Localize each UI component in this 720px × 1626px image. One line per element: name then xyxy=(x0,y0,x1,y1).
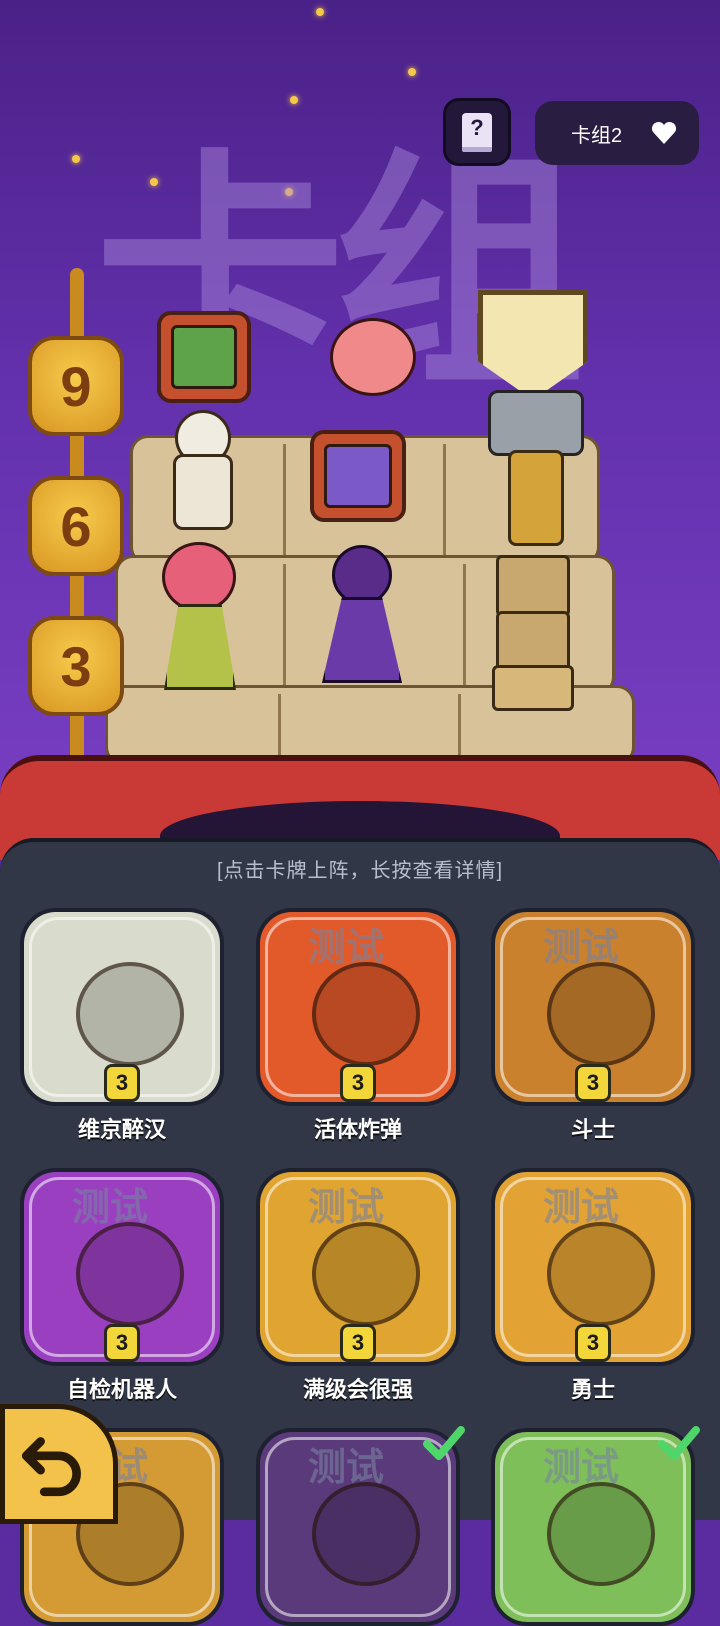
card-character xyxy=(312,1482,420,1586)
card-name: 满级会很强 xyxy=(302,1377,413,1402)
unit-crate-screen[interactable] xyxy=(310,430,406,522)
unit-crate-robot[interactable] xyxy=(157,311,251,403)
test-watermark: 测试 xyxy=(308,1445,385,1489)
card-level-badge: 3 xyxy=(340,1324,376,1362)
unit-crowned-girl[interactable] xyxy=(160,520,236,700)
card-character xyxy=(312,962,420,1066)
deck-selector[interactable]: 卡组2 xyxy=(535,101,699,165)
undo-arrow-icon xyxy=(21,1437,81,1497)
book-question-icon: ? xyxy=(462,112,492,152)
card-character xyxy=(547,962,655,1066)
battle-scene: 卡组 9 6 3 ? 卡组2 xyxy=(0,0,720,860)
unit-fox-sage[interactable] xyxy=(165,410,235,530)
help-button[interactable]: ? xyxy=(443,98,511,166)
test-watermark: 测试 xyxy=(72,1185,149,1229)
hint-text: [点击卡牌上阵，长按查看详情] xyxy=(216,860,504,882)
counter-digit: 9 xyxy=(28,336,124,436)
sparkle xyxy=(408,68,416,76)
deck-selector-label: 卡组2 xyxy=(571,124,623,147)
card-level-badge: 3 xyxy=(104,1064,140,1102)
card-name: 自检机器人 xyxy=(66,1377,177,1402)
test-watermark: 测试 xyxy=(543,1185,620,1229)
sparkle xyxy=(72,155,80,163)
card-level-badge: 3 xyxy=(575,1064,611,1102)
card-character xyxy=(547,1482,655,1586)
card-name: 维京醉汉 xyxy=(77,1117,166,1142)
test-watermark: 测试 xyxy=(308,925,385,969)
unit-camera-robot[interactable] xyxy=(478,390,588,550)
card-level-badge: 3 xyxy=(104,1324,140,1362)
heart-icon xyxy=(651,121,677,144)
sparkle xyxy=(290,96,298,104)
check-icon xyxy=(658,1426,700,1460)
card-level-badge: 3 xyxy=(340,1064,376,1102)
card-name: 活体炸弹 xyxy=(313,1117,402,1142)
card-name: 斗士 xyxy=(570,1117,615,1142)
card-level-badge: 3 xyxy=(575,1324,611,1362)
counter-digit: 3 xyxy=(28,616,124,716)
unit-pig-bandit[interactable] xyxy=(330,318,416,408)
sparkle xyxy=(316,8,324,16)
energy-counter: 9 6 3 xyxy=(28,268,124,768)
counter-digit: 6 xyxy=(28,476,124,576)
test-watermark: 测试 xyxy=(308,1185,385,1229)
test-watermark: 测试 xyxy=(543,1445,620,1489)
card-character xyxy=(312,1222,420,1326)
card-name: 勇士 xyxy=(570,1377,615,1402)
unit-witch[interactable] xyxy=(318,545,402,685)
card-character xyxy=(76,1222,184,1326)
unit-box-stack[interactable] xyxy=(490,555,574,711)
card-character xyxy=(547,1222,655,1326)
test-watermark: 测试 xyxy=(543,925,620,969)
card-character xyxy=(76,962,184,1066)
check-icon xyxy=(423,1426,465,1460)
back-button[interactable] xyxy=(0,1404,118,1524)
